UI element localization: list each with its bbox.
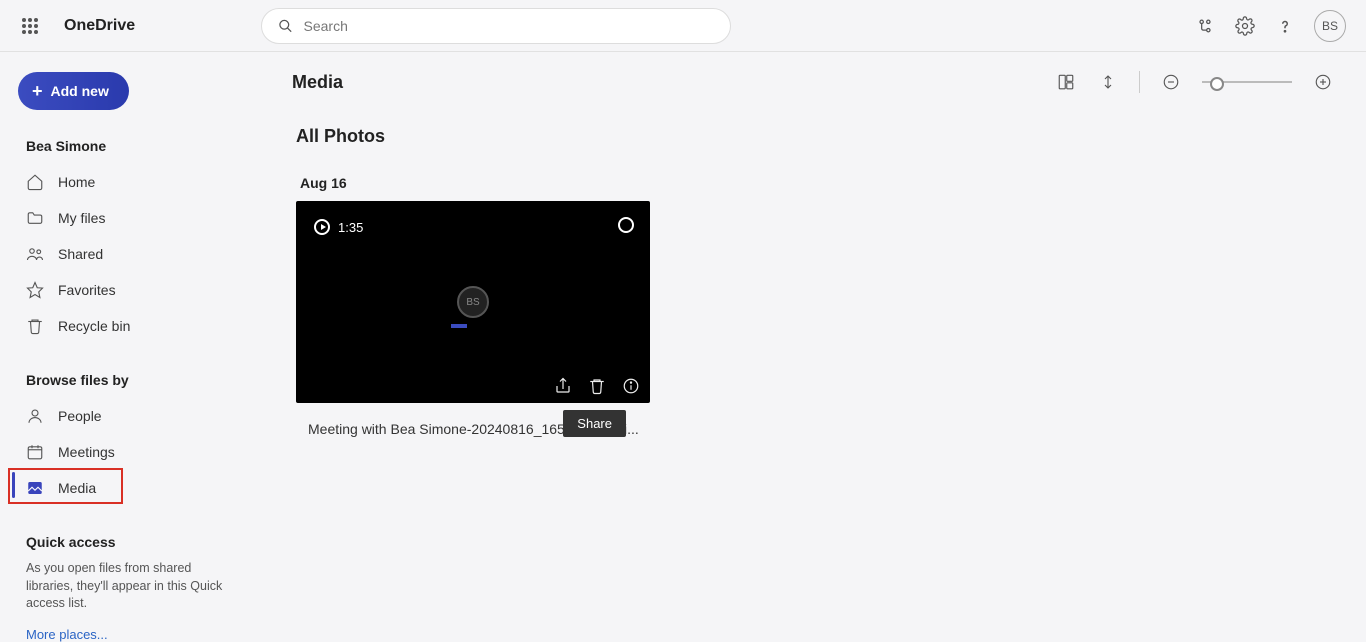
main-content: Media All Photos Aug 16 1:35 BS Share Me… (260, 52, 1366, 639)
search-wrap (261, 8, 731, 44)
page-title: Media (292, 72, 343, 93)
sidebar-item-label: My files (58, 210, 105, 226)
search-box[interactable] (261, 8, 731, 44)
quick-access-title: Quick access (26, 534, 260, 550)
info-icon[interactable] (622, 377, 640, 395)
stream-icon[interactable] (1194, 15, 1216, 37)
settings-icon[interactable] (1234, 15, 1256, 37)
star-icon (26, 281, 44, 299)
sidebar-item-label: Recycle bin (58, 318, 130, 334)
zoom-slider[interactable] (1202, 81, 1292, 83)
main-header: Media (260, 52, 1366, 112)
sidebar-item-meetings[interactable]: Meetings (0, 434, 260, 470)
sidebar-item-label: Home (58, 174, 95, 190)
media-icon (26, 479, 44, 497)
search-input[interactable] (304, 18, 715, 34)
person-icon (26, 407, 44, 425)
quick-access-description: As you open files from shared libraries,… (26, 560, 234, 613)
play-icon (314, 219, 330, 235)
plus-icon: + (32, 82, 43, 100)
sidebar-item-recycle[interactable]: Recycle bin (0, 308, 260, 344)
brand-label: OneDrive (64, 17, 135, 35)
video-duration: 1:35 (314, 219, 363, 235)
layout-icon[interactable] (1055, 71, 1077, 93)
browse-title: Browse files by (26, 372, 260, 388)
sidebar-item-my-files[interactable]: My files (0, 200, 260, 236)
sidebar-item-people[interactable]: People (0, 398, 260, 434)
sidebar-item-label: People (58, 408, 102, 424)
add-new-label: Add new (51, 83, 109, 99)
divider (1139, 71, 1140, 93)
sidebar: + Add new Bea Simone Home My files Share… (0, 52, 260, 639)
waffle-icon (22, 18, 38, 34)
video-actions (554, 377, 640, 395)
select-checkbox[interactable] (618, 217, 634, 233)
delete-icon[interactable] (588, 377, 606, 395)
home-icon (26, 173, 44, 191)
add-new-button[interactable]: + Add new (18, 72, 129, 110)
zoom-in-icon[interactable] (1312, 71, 1334, 93)
zoom-out-icon[interactable] (1160, 71, 1182, 93)
app-header: OneDrive BS (0, 0, 1366, 52)
active-indicator (12, 472, 15, 498)
sidebar-item-label: Media (58, 480, 96, 496)
video-thumbnail[interactable]: 1:35 BS Share (296, 201, 650, 403)
trash-icon (26, 317, 44, 335)
app-launcher[interactable] (12, 8, 48, 44)
user-name-label: Bea Simone (26, 138, 260, 154)
search-icon (278, 18, 293, 34)
share-icon[interactable] (554, 377, 572, 395)
video-preview-avatar: BS (457, 286, 489, 318)
sidebar-item-label: Shared (58, 246, 103, 262)
sidebar-item-media[interactable]: Media (0, 470, 260, 506)
duration-text: 1:35 (338, 220, 363, 235)
sort-icon[interactable] (1097, 71, 1119, 93)
calendar-icon (26, 443, 44, 461)
view-controls (1055, 71, 1334, 93)
more-places-link[interactable]: More places... (26, 627, 260, 642)
sidebar-item-label: Meetings (58, 444, 115, 460)
share-tooltip: Share (563, 410, 626, 437)
header-right: BS (1194, 10, 1354, 42)
people-icon (26, 245, 44, 263)
sidebar-item-favorites[interactable]: Favorites (0, 272, 260, 308)
sidebar-item-shared[interactable]: Shared (0, 236, 260, 272)
folder-icon (26, 209, 44, 227)
sidebar-item-home[interactable]: Home (0, 164, 260, 200)
preview-bar (451, 324, 467, 328)
sidebar-item-label: Favorites (58, 282, 116, 298)
date-group-label: Aug 16 (300, 175, 1366, 191)
help-icon[interactable] (1274, 15, 1296, 37)
user-avatar[interactable]: BS (1314, 10, 1346, 42)
subtitle: All Photos (296, 126, 1366, 147)
